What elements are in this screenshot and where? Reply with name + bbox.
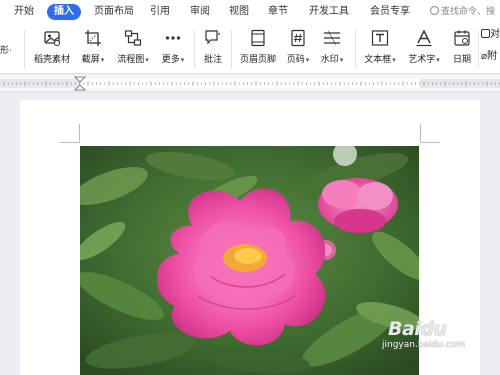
inserted-peony-image[interactable] xyxy=(80,146,419,375)
ribbon-separator xyxy=(478,30,479,68)
search-icon xyxy=(430,6,439,15)
page-number-button[interactable]: 页码▾ xyxy=(283,26,313,70)
watermark-url: jingyan.baidu.com xyxy=(382,340,466,350)
date-icon xyxy=(454,30,470,46)
object-button-cut[interactable]: 对 xyxy=(481,29,500,41)
screenshot-button[interactable]: 截屏▾ xyxy=(78,26,108,70)
attachment-label: 附 xyxy=(487,51,498,62)
more-button[interactable]: 更多▾ xyxy=(158,26,188,70)
tab-review[interactable]: 审阅 xyxy=(186,4,214,20)
comment-button[interactable]: 批注 xyxy=(199,26,227,70)
header-footer-icon xyxy=(251,29,265,47)
peony-photo xyxy=(80,146,419,375)
wordart-label: 艺术字▾ xyxy=(408,55,440,65)
object-icon xyxy=(481,29,490,38)
wps-writer-window: { "menu": { "tabs": [ {"label": "开始", "a… xyxy=(0,0,500,375)
page-number-label: 页码▾ xyxy=(286,55,310,65)
horizontal-ruler[interactable] xyxy=(0,75,500,92)
flowchart-icon xyxy=(124,30,142,46)
textbox-button[interactable]: 文本框▾ xyxy=(360,26,400,70)
baidu-logo: Baidu xyxy=(388,318,447,340)
chevron-down-icon: ▾ xyxy=(339,56,344,64)
tab-chapter[interactable]: 章节 xyxy=(264,4,292,20)
page-number-icon xyxy=(291,29,305,47)
comment-icon xyxy=(205,30,220,45)
tab-page-layout[interactable]: 页面布局 xyxy=(90,4,138,20)
watermark-label: 水印▾ xyxy=(320,55,344,65)
flowchart-label: 流程图▾ xyxy=(117,55,149,65)
flowchart-button[interactable]: 流程图▾ xyxy=(112,26,154,70)
margin-crop-mark xyxy=(60,142,80,143)
margin-crop-mark xyxy=(79,124,80,143)
margin-crop-mark xyxy=(420,124,421,143)
screenshot-label: 截屏▾ xyxy=(81,55,105,65)
tab-references[interactable]: 引用 xyxy=(146,4,174,20)
docer-material-button[interactable]: 稻壳素材 xyxy=(30,26,74,70)
comment-label: 批注 xyxy=(203,55,222,65)
ribbon-separator xyxy=(355,30,356,68)
menu-bar: 开始 插入 页面布局 引用 审阅 视图 章节 开发工具 会员专享 查找命令、搜 xyxy=(0,0,500,24)
watermark-icon xyxy=(324,30,340,46)
object-label: 对 xyxy=(490,29,500,40)
more-label: 更多▾ xyxy=(161,55,185,65)
tab-insert[interactable]: 插入 xyxy=(47,4,81,20)
textbox-icon xyxy=(371,30,389,46)
tab-member[interactable]: 会员专享 xyxy=(366,4,414,20)
command-search[interactable]: 查找命令、搜 xyxy=(430,4,495,20)
ribbon-separator xyxy=(231,30,232,68)
tab-developer[interactable]: 开发工具 xyxy=(305,4,353,20)
search-placeholder: 查找命令、搜 xyxy=(441,7,496,17)
chevron-down-icon: ▾ xyxy=(100,56,105,64)
tab-view[interactable]: 视图 xyxy=(225,4,253,20)
chevron-down-icon: ▾ xyxy=(180,56,185,64)
more-icon xyxy=(165,36,181,40)
chevron-down-icon: ▾ xyxy=(392,56,396,64)
header-footer-button[interactable]: 页眉页脚 xyxy=(236,26,280,70)
chevron-down-icon: ▾ xyxy=(436,56,440,64)
insert-ribbon: 形· 稻壳素材 截屏▾ 流程图▾ 更多▾ 批注 页眉页脚 页码▾ 水印▾ 文本框… xyxy=(0,24,500,74)
baidu-jingyan-watermark: Baidu jingyan.baidu.com xyxy=(382,318,498,374)
date-button[interactable]: 日期 xyxy=(448,26,476,70)
ribbon-separator xyxy=(194,30,195,68)
screenshot-icon xyxy=(85,30,101,46)
header-footer-label: 页眉页脚 xyxy=(239,55,276,65)
docer-material-label: 稻壳素材 xyxy=(33,55,70,65)
ribbon-separator xyxy=(24,30,25,68)
docer-material-icon xyxy=(44,31,61,47)
margin-crop-mark xyxy=(420,142,440,143)
date-label: 日期 xyxy=(452,55,471,65)
wordart-button[interactable]: 艺术字▾ xyxy=(404,26,444,70)
tab-home[interactable]: 开始 xyxy=(10,4,38,20)
textbox-label: 文本框▾ xyxy=(364,55,396,65)
ruler-scale xyxy=(0,76,500,91)
attachment-button-cut[interactable]: ⌀附 xyxy=(481,51,497,63)
watermark-button[interactable]: 水印▾ xyxy=(317,26,347,70)
chevron-down-icon: ▾ xyxy=(145,56,149,64)
chevron-down-icon: ▾ xyxy=(305,56,310,64)
wordart-icon xyxy=(416,29,432,47)
shapes-button-cut[interactable]: 形· xyxy=(0,46,12,57)
